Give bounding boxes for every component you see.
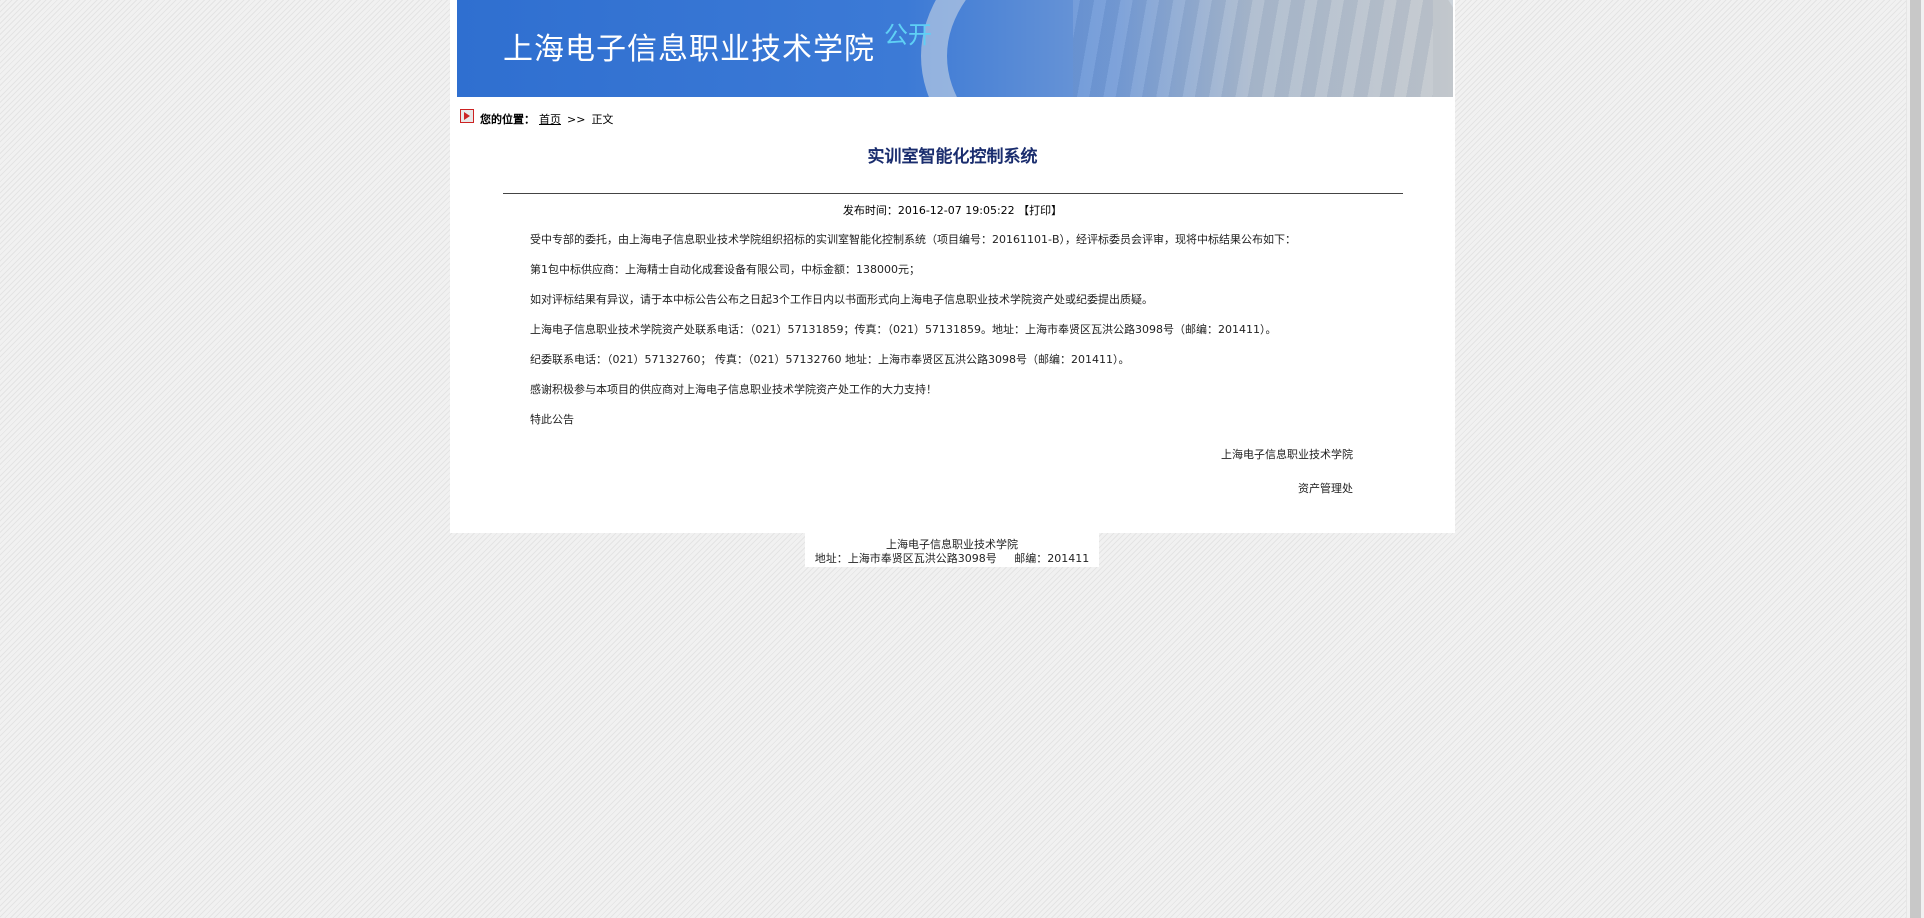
breadcrumb-current: 正文 [591, 113, 614, 126]
breadcrumb-separator: >> [567, 112, 586, 126]
signature-organization: 上海电子信息职业技术学院 [1221, 448, 1353, 461]
page-container: 上海电子信息职业技术学院 公开 您的位置： 首页 >> 正文 实训室智能化控制系… [450, 0, 1455, 533]
site-title: 上海电子信息职业技术学院 [503, 32, 875, 67]
breadcrumb-label: 您的位置： [480, 113, 535, 126]
banner-building-texture [1073, 0, 1433, 97]
breadcrumb: 您的位置： 首页 >> 正文 [460, 109, 614, 127]
arrow-right-icon [460, 109, 474, 123]
signature-department: 资产管理处 [1298, 482, 1353, 495]
publish-meta: 发布时间：2016-12-07 19:05:22 【打印】 [450, 202, 1455, 218]
footer: 上海电子信息职业技术学院 地址：上海市奉贤区瓦洪公路3098号 邮编：20141… [805, 533, 1099, 567]
scrollbar-thumb[interactable] [1910, 0, 1921, 918]
publish-time: 2016-12-07 19:05:22 [897, 204, 1015, 217]
article-paragraph: 第1包中标供应商：上海精士自动化成套设备有限公司，中标金额：138000元； [530, 263, 920, 276]
publish-label: 发布时间： [842, 204, 898, 217]
article-paragraph: 特此公告 [530, 413, 574, 426]
article-paragraph: 感谢积极参与本项目的供应商对上海电子信息职业技术学院资产处工作的大力支持！ [530, 383, 937, 396]
public-badge: 公开 [884, 21, 932, 49]
article-title: 实训室智能化控制系统 [867, 147, 1038, 167]
footer-address: 地址：上海市奉贤区瓦洪公路3098号 邮编：201411 [814, 552, 1090, 565]
article-paragraph: 上海电子信息职业技术学院资产处联系电话：（021）57131859；传真：（02… [530, 323, 1277, 336]
breadcrumb-home-link[interactable]: 首页 [539, 111, 561, 127]
article-paragraph: 受中专部的委托，由上海电子信息职业技术学院组织招标的实训室智能化控制系统（项目编… [530, 233, 1296, 246]
article-paragraph: 纪委联系电话：（021）57132760； 传真：（021）57132760 地… [530, 353, 1130, 366]
vertical-scrollbar[interactable] [1906, 0, 1924, 918]
title-divider [503, 193, 1403, 194]
article-paragraph: 如对评标结果有异议，请于本中标公告公布之日起3个工作日内以书面形式向上海电子信息… [530, 293, 1153, 306]
header-banner: 上海电子信息职业技术学院 公开 [457, 0, 1453, 97]
print-link[interactable]: 【打印】 [1018, 204, 1062, 217]
